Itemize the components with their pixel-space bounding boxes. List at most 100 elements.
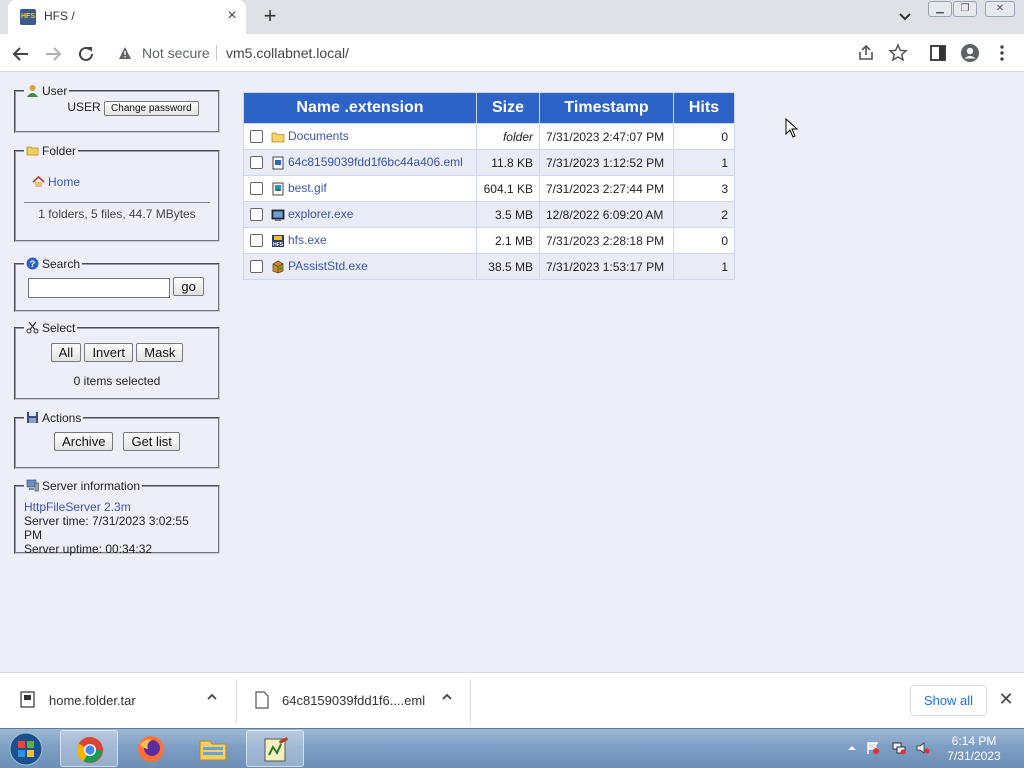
restore-window-icon[interactable]: ❐ [953,1,977,17]
select-mask-button[interactable]: Mask [136,343,184,362]
server-time: Server time: 7/31/2023 3:02:55 PM [24,514,189,542]
chevron-up-icon[interactable] [441,691,453,703]
column-header-timestamp[interactable]: Timestamp [540,93,673,123]
tab-title: HFS / [44,9,75,23]
hfs-favicon-icon: HFS [20,9,36,25]
clock-time: 6:14 PM [951,734,997,748]
row-checkbox[interactable] [250,130,263,144]
file-timestamp: 7/31/2023 2:47:07 PM [540,124,673,149]
side-panel-icon[interactable] [928,43,948,63]
volume-muted-icon[interactable] [916,741,930,755]
svg-text:?: ? [30,259,36,269]
tab-search-chevron-icon[interactable] [896,8,914,26]
row-checkbox[interactable] [250,182,263,196]
search-input[interactable] [28,277,170,298]
taskbar-chrome[interactable] [60,730,118,767]
browser-tab[interactable]: HFS HFS / × [8,0,246,34]
server-software-link[interactable]: HttpFileServer 2.3m [24,500,131,514]
browser-menu-kebab-icon[interactable] [992,43,1012,63]
search-legend: ? Search [24,257,82,271]
home-link[interactable]: Home [48,175,80,189]
svg-text:HFS: HFS [273,242,284,248]
system-clock[interactable]: 6:14 PM 7/31/2023 [934,734,1014,764]
reload-icon[interactable] [73,40,99,66]
actions-panel: Actions Archive Get list [14,411,220,469]
hfs-exe-icon: HFS [272,234,284,248]
back-arrow-icon[interactable] [8,40,34,66]
search-legend-label: Search [42,257,81,271]
file-timestamp: 7/31/2023 1:12:52 PM [540,150,673,175]
not-secure-label[interactable]: Not secure [142,45,210,61]
network-icon[interactable] [892,741,906,755]
not-secure-warning-icon[interactable] [118,46,132,60]
folder-icon [271,132,285,143]
close-download-shelf-icon[interactable]: ✕ [996,689,1016,709]
file-link[interactable]: 64c8159039fdd1f6bc44a406.eml [288,155,463,169]
address-bar[interactable]: Not secure vm5.collabnet.local/ [110,39,830,67]
new-tab-plus-icon[interactable]: + [258,4,282,28]
row-checkbox[interactable] [250,208,263,222]
file-size: folder [477,124,539,149]
table-row: PAssistStd.exe 38.5 MB 7/31/2023 1:53:17… [244,254,734,279]
row-checkbox[interactable] [250,234,263,248]
forward-arrow-icon[interactable] [40,40,66,66]
file-link[interactable]: PAssistStd.exe [288,259,368,273]
action-center-flag-icon[interactable] [866,741,880,755]
select-invert-button[interactable]: Invert [84,343,133,362]
folder-panel: Folder Home 1 folders, 5 files, 44.7 MBy… [14,144,220,242]
windows-start-orb-icon[interactable] [4,731,48,767]
actions-legend: Actions [24,411,83,425]
column-header-name[interactable]: Name .extension [244,93,476,123]
chrome-icon [76,737,103,763]
user-icon [27,85,38,97]
column-header-size[interactable]: Size [477,93,539,123]
show-all-downloads-button[interactable]: Show all [910,685,987,716]
column-header-hits[interactable]: Hits [674,93,734,123]
url-text[interactable]: vm5.collabnet.local/ [226,45,349,61]
archive-button[interactable]: Archive [54,432,114,451]
file-hits: 1 [674,150,734,175]
download-divider [470,679,471,723]
show-hidden-icons-arrow-icon[interactable] [845,741,859,755]
file-hits: 0 [674,228,734,253]
get-list-button[interactable]: Get list [123,432,180,451]
server-computer-icon [26,479,39,492]
row-checkbox[interactable] [250,156,263,170]
download-shelf: home.folder.tar 64c8159039fdd1f6....eml … [0,672,1024,728]
table-row: Documents folder 7/31/2023 2:47:07 PM 0 [244,124,734,149]
file-size: 604.1 KB [477,176,539,201]
table-row: 64c8159039fdd1f6bc44a406.eml 11.8 KB 7/3… [244,150,734,175]
file-hits: 2 [674,202,734,227]
file-hits: 1 [674,254,734,279]
taskbar-notepad-app[interactable] [246,730,304,767]
taskbar-file-explorer[interactable] [184,730,242,767]
close-window-icon[interactable]: ✕ [985,1,1015,17]
file-size: 2.1 MB [477,228,539,253]
minimize-window-icon[interactable]: ▁ [928,1,952,17]
file-link[interactable]: Documents [288,129,349,143]
server-uptime: Server uptime: 00:34:32 [24,542,153,556]
file-link[interactable]: hfs.exe [288,233,327,247]
scissors-icon [26,321,39,334]
select-legend: Select [24,321,77,335]
eml-file-icon [272,156,284,170]
file-size: 3.5 MB [477,202,539,227]
share-icon[interactable] [856,43,876,63]
profile-avatar-icon[interactable] [960,43,980,63]
taskbar-firefox[interactable] [122,730,180,767]
download-item[interactable]: 64c8159039fdd1f6....eml [237,673,470,729]
archive-file-icon [20,691,35,708]
open-folder-icon [26,146,39,156]
file-link[interactable]: explorer.exe [288,207,353,221]
search-go-button[interactable]: go [173,277,204,296]
download-item[interactable]: home.folder.tar [0,673,236,729]
select-all-button[interactable]: All [50,343,82,362]
tab-close-icon[interactable]: × [224,7,240,25]
row-checkbox[interactable] [250,260,263,274]
bookmark-star-icon[interactable] [888,43,908,63]
selected-count: 0 items selected [73,374,161,388]
change-password-button[interactable]: Change password [104,101,199,116]
hfs-page: User USER Change password Folder Home 1 … [0,72,1024,672]
file-link[interactable]: best.gif [288,181,327,195]
chevron-up-icon[interactable] [206,691,218,703]
